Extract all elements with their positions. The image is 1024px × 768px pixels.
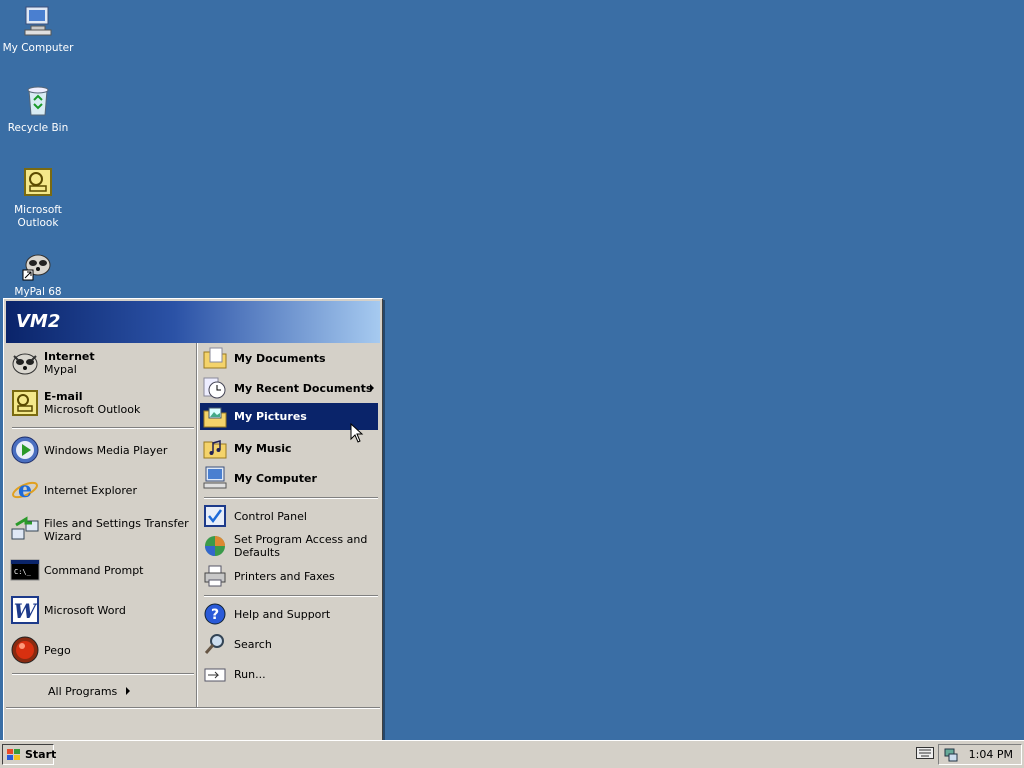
start-menu: VM2 Internet Mypal E-mail Microsoft Outloo… bbox=[3, 298, 383, 744]
right-label: My Computer bbox=[234, 471, 317, 485]
right-label: Control Panel bbox=[234, 509, 307, 523]
recycle-bin-icon bbox=[21, 84, 55, 118]
right-label: Help and Support bbox=[234, 607, 331, 621]
recent-label: Pego bbox=[44, 643, 71, 657]
printer-icon bbox=[200, 561, 230, 591]
recent-files-settings-transfer[interactable]: Files and Settings Transfer Wizard bbox=[10, 515, 192, 545]
pinned-subtitle: Microsoft Outlook bbox=[44, 403, 141, 416]
recent-label: Windows Media Player bbox=[44, 443, 168, 457]
outlook-icon bbox=[21, 166, 55, 200]
desktop-icon-outlook[interactable]: Microsoft Outlook bbox=[0, 166, 76, 230]
separator bbox=[12, 673, 194, 675]
internet-explorer-icon: e bbox=[10, 475, 40, 505]
user-name-header: VM2 bbox=[6, 301, 380, 343]
desktop-icon-label: Recycle Bin bbox=[7, 122, 69, 134]
all-programs-label: All Programs bbox=[48, 684, 118, 698]
word-icon: W bbox=[10, 595, 40, 625]
svg-text:C:\_: C:\_ bbox=[14, 568, 32, 576]
start-label: Start bbox=[25, 748, 57, 761]
start-menu-footer bbox=[6, 707, 380, 742]
desktop-icon-recycle-bin[interactable]: Recycle Bin bbox=[0, 84, 76, 135]
music-folder-icon bbox=[200, 433, 230, 463]
recent-label: Internet Explorer bbox=[44, 483, 137, 497]
command-prompt-icon: C:\_ bbox=[10, 555, 40, 585]
recent-microsoft-word[interactable]: W Microsoft Word bbox=[10, 595, 192, 625]
chevron-right-icon bbox=[370, 384, 374, 392]
pinned-subtitle: Mypal bbox=[44, 363, 77, 376]
taskbar: Start 1:04 PM bbox=[0, 740, 1024, 768]
right-label: My Recent Documents bbox=[234, 381, 373, 395]
system-tray: 1:04 PM bbox=[938, 744, 1022, 765]
right-run[interactable]: Run... bbox=[200, 659, 378, 689]
outlook-icon bbox=[10, 388, 40, 418]
separator bbox=[12, 427, 194, 429]
right-my-recent-documents[interactable]: My Recent Documents bbox=[200, 373, 378, 403]
desktop-icon-label: My Computer bbox=[2, 42, 74, 54]
pictures-folder-icon bbox=[200, 402, 230, 432]
chevron-right-icon bbox=[126, 687, 131, 695]
right-my-computer[interactable]: My Computer bbox=[200, 463, 378, 493]
desktop-icon-label: Microsoft Outlook bbox=[14, 204, 62, 229]
search-icon bbox=[200, 629, 230, 659]
pinned-title: Internet bbox=[44, 350, 95, 363]
media-player-icon bbox=[10, 435, 40, 465]
transfer-wizard-icon bbox=[10, 515, 40, 545]
computer-icon bbox=[200, 463, 230, 493]
recent-label: Command Prompt bbox=[44, 563, 144, 577]
right-my-documents[interactable]: My Documents bbox=[200, 343, 378, 373]
right-search[interactable]: Search bbox=[200, 629, 378, 659]
recent-internet-explorer[interactable]: e Internet Explorer bbox=[10, 475, 192, 505]
svg-text:e: e bbox=[18, 477, 32, 503]
clock[interactable]: 1:04 PM bbox=[969, 748, 1013, 761]
raccoon-browser-icon bbox=[10, 348, 40, 378]
pego-icon bbox=[10, 635, 40, 665]
separator bbox=[204, 595, 378, 597]
pinned-email[interactable]: E-mail Microsoft Outlook bbox=[10, 388, 192, 418]
right-label: My Music bbox=[234, 441, 292, 455]
desktop-icon-my-computer[interactable]: My Computer bbox=[0, 4, 76, 55]
pinned-internet[interactable]: Internet Mypal bbox=[10, 348, 192, 378]
recent-pego[interactable]: Pego bbox=[10, 635, 192, 665]
start-menu-left-pane: Internet Mypal E-mail Microsoft Outlook Wi… bbox=[6, 343, 196, 707]
program-access-icon bbox=[200, 531, 230, 561]
recent-documents-icon bbox=[200, 373, 230, 403]
right-label: Set Program Access and Defaults bbox=[234, 533, 368, 559]
pinned-title: E-mail bbox=[44, 390, 83, 403]
keyboard-icon[interactable] bbox=[916, 747, 934, 759]
recent-command-prompt[interactable]: C:\_ Command Prompt bbox=[10, 555, 192, 585]
right-label: My Documents bbox=[234, 351, 326, 365]
mypal-raccoon-icon bbox=[21, 248, 55, 282]
network-icon[interactable] bbox=[944, 748, 958, 762]
run-icon bbox=[200, 659, 230, 689]
svg-text:?: ? bbox=[211, 607, 219, 623]
start-button[interactable]: Start bbox=[2, 744, 57, 765]
start-menu-right-pane: My Documents My Recent Documents My Pict… bbox=[198, 343, 380, 707]
documents-folder-icon bbox=[200, 343, 230, 373]
computer-icon bbox=[21, 4, 55, 38]
right-label: Printers and Faxes bbox=[234, 569, 335, 583]
mouse-cursor-icon bbox=[350, 422, 364, 443]
all-programs-button[interactable]: All Programs bbox=[10, 676, 192, 706]
right-control-panel[interactable]: Control Panel bbox=[200, 501, 378, 531]
right-printers-faxes[interactable]: Printers and Faxes bbox=[200, 561, 378, 591]
right-label: Search bbox=[234, 637, 272, 651]
separator bbox=[204, 497, 378, 499]
windows-logo-icon bbox=[6, 748, 22, 762]
recent-windows-media-player[interactable]: Windows Media Player bbox=[10, 435, 192, 465]
right-label: My Pictures bbox=[234, 410, 307, 423]
desktop-icon-mypal[interactable]: MyPal 68 bbox=[0, 248, 76, 299]
right-set-program-access[interactable]: Set Program Access and Defaults bbox=[200, 531, 378, 561]
svg-text:W: W bbox=[14, 599, 39, 623]
recent-label: Microsoft Word bbox=[44, 603, 126, 617]
right-label: Run... bbox=[234, 667, 266, 681]
control-panel-icon bbox=[200, 501, 230, 531]
right-help-support[interactable]: ? Help and Support bbox=[200, 599, 378, 629]
help-icon: ? bbox=[200, 599, 230, 629]
recent-label: Files and Settings Transfer Wizard bbox=[44, 517, 189, 543]
